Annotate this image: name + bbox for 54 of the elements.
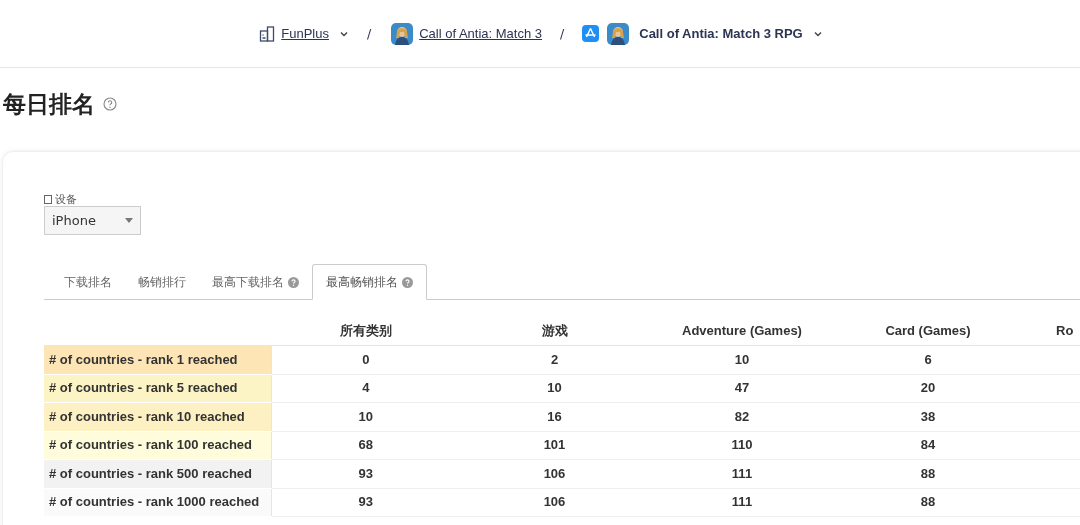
breadcrumb-separator: /	[560, 26, 565, 41]
table-cell: 82	[649, 402, 835, 431]
app-icon	[607, 22, 630, 45]
table-cell: 2	[460, 345, 649, 374]
table-cell: 88	[835, 488, 1021, 517]
row-label: # of countries - rank 100 reached	[44, 431, 271, 460]
tab[interactable]: 最高畅销排名	[312, 264, 427, 300]
table-cell: 68	[271, 431, 460, 460]
column-header: Ro	[1021, 317, 1080, 346]
table-cell: 47	[649, 374, 835, 403]
table-cell: 10	[271, 402, 460, 431]
row-label: # of countries - rank 5 reached	[44, 374, 271, 403]
app-icon	[391, 22, 414, 45]
publisher-link[interactable]: FunPlus	[281, 26, 329, 41]
column-header: Card (Games)	[835, 317, 1021, 346]
device-label: 设备	[55, 191, 77, 207]
table-cell: 10	[649, 345, 835, 374]
table-cell: 93	[271, 459, 460, 488]
phone-icon	[44, 194, 52, 204]
column-header: 游戏	[460, 317, 649, 346]
product-name: Call of Antia: Match 3 RPG	[639, 26, 803, 41]
table-cell: 101	[460, 431, 649, 460]
table-cell: 84	[835, 431, 1021, 460]
table-cell: 38	[835, 402, 1021, 431]
caret-icon	[125, 218, 133, 223]
table-cell: 16	[460, 402, 649, 431]
page-title: 每日排名	[3, 89, 95, 119]
table-cell: 6	[835, 345, 1021, 374]
tab[interactable]: 最高下载排名	[199, 265, 312, 300]
row-label: # of countries - rank 1 reached	[44, 345, 271, 374]
help-icon[interactable]	[103, 97, 117, 111]
tab[interactable]: 畅销排行	[125, 265, 199, 300]
table-cell: 88	[835, 459, 1021, 488]
column-header: 所有类别	[271, 317, 460, 346]
app-link[interactable]: Call of Antia: Match 3	[419, 26, 543, 41]
app-store-icon	[582, 25, 600, 42]
building-icon	[259, 25, 276, 42]
row-label: # of countries - rank 500 reached	[44, 459, 271, 488]
table-cell: 4	[271, 374, 460, 403]
row-label: # of countries - rank 1000 reached	[44, 488, 271, 517]
row-label: # of countries - rank 10 reached	[44, 402, 271, 431]
table-cell: 0	[271, 345, 460, 374]
table-cell: 20	[835, 374, 1021, 403]
table-cell: 10	[460, 374, 649, 403]
tab[interactable]: 下载排名	[44, 265, 125, 300]
device-select[interactable]: iPhone	[44, 206, 141, 235]
table-cell: 110	[649, 431, 835, 460]
column-header: Adventure (Games)	[649, 317, 835, 346]
table-cell: 93	[271, 488, 460, 517]
table-cell: 111	[649, 459, 835, 488]
table-cell: 111	[649, 488, 835, 517]
breadcrumb-separator: /	[366, 26, 372, 41]
table-cell: 106	[460, 459, 649, 488]
table-cell: 106	[460, 488, 649, 517]
